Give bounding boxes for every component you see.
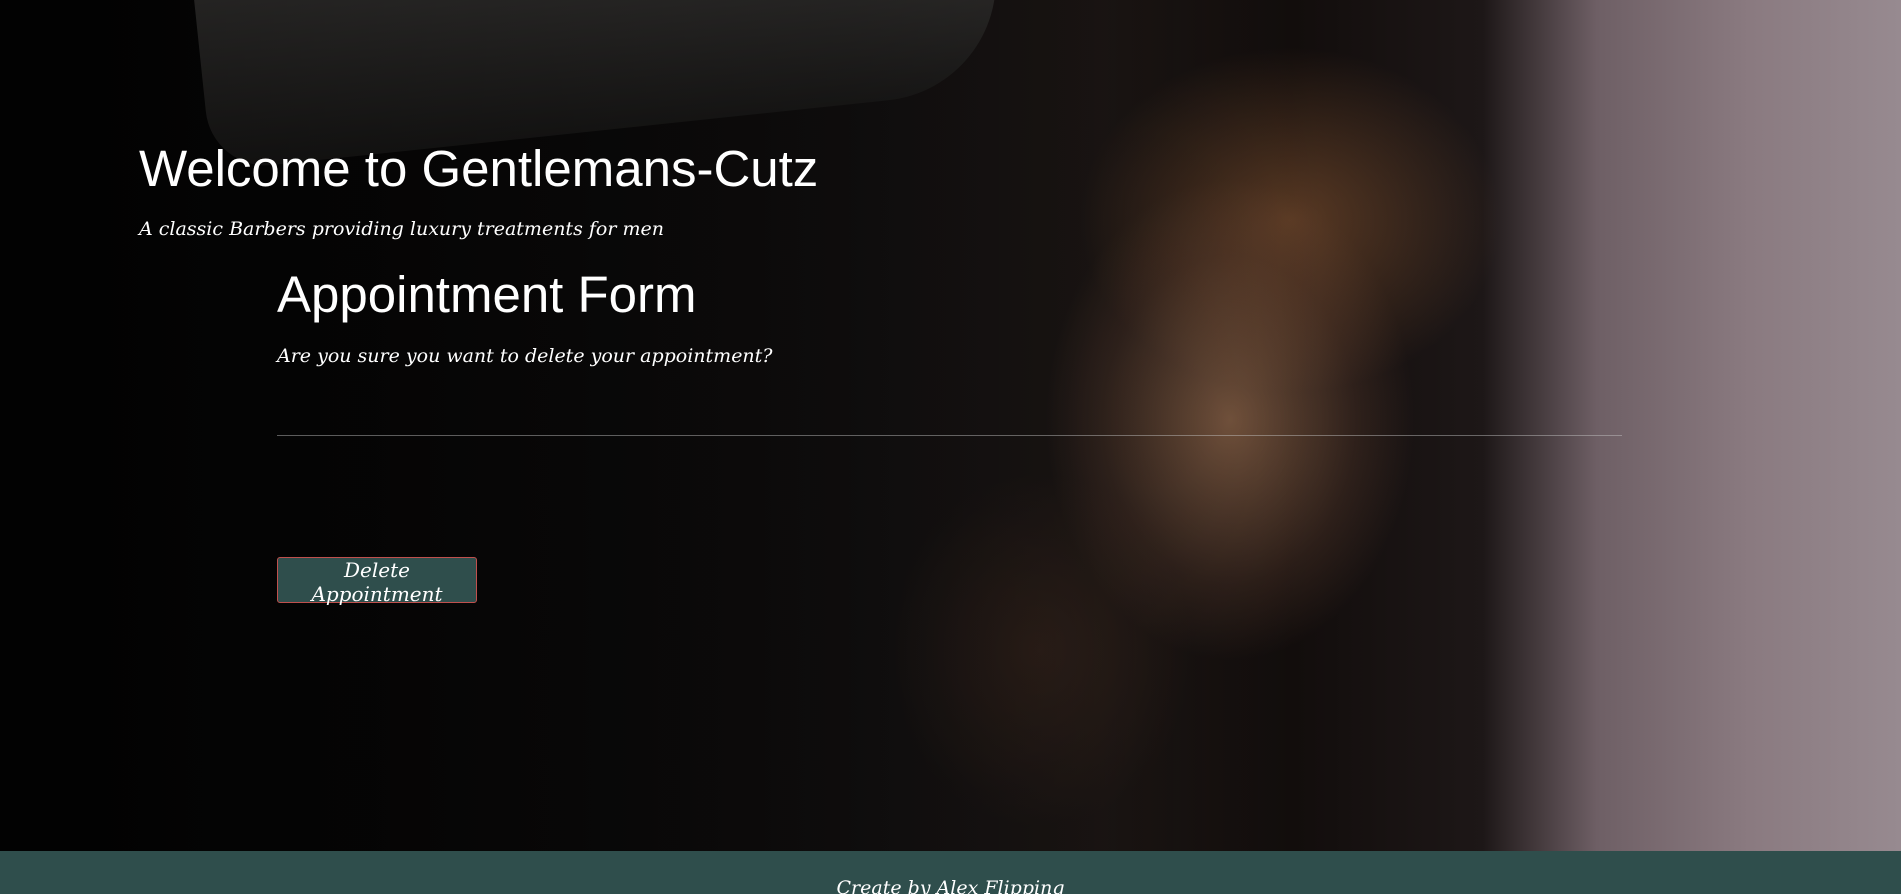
delete-confirmation-question: Are you sure you want to delete your app… bbox=[277, 345, 773, 367]
hero-background-image: Welcome to Gentlemans-Cutz A classic Bar… bbox=[0, 0, 1901, 851]
hero-overlay bbox=[0, 0, 1901, 851]
form-divider bbox=[277, 435, 1622, 436]
delete-appointment-button[interactable]: Delete Appointment bbox=[277, 557, 477, 606]
footer-credit: Create by Alex Flipping bbox=[836, 877, 1065, 894]
footer: Create by Alex Flipping bbox=[0, 851, 1901, 894]
site-title: Welcome to Gentlemans-Cutz bbox=[139, 140, 819, 197]
form-title: Appointment Form bbox=[277, 266, 697, 323]
site-tagline: A classic Barbers providing luxury treat… bbox=[139, 218, 664, 240]
